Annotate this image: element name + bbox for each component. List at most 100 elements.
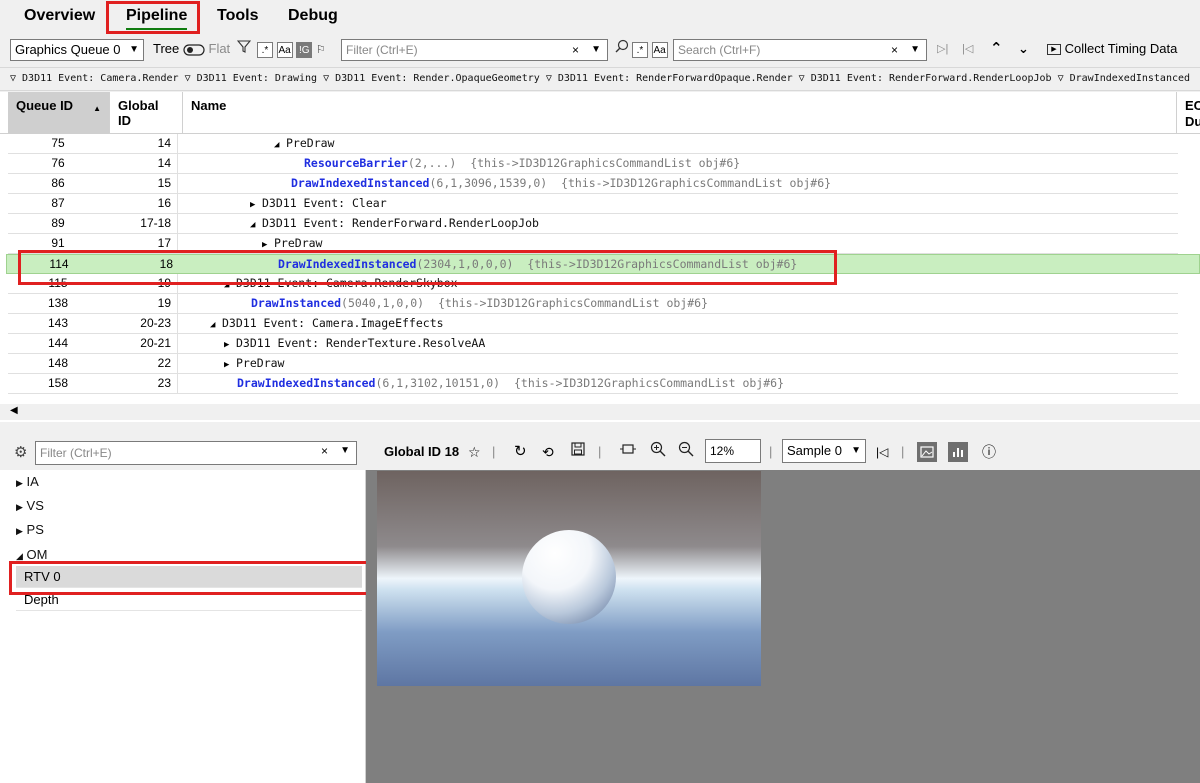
resource-viewer-panel: Global ID 18 ☆ | ↻ ⟲ | 12% | Sample 0 ▼ … — [366, 434, 1200, 783]
tree-item-ps[interactable]: ▶ PS — [16, 519, 44, 541]
tree-toggle[interactable]: Tree Flat — [153, 39, 230, 61]
column-queue-id[interactable]: Queue ID ▲ — [8, 92, 110, 134]
table-row[interactable]: 76 14 ResourceBarrier(2,...) {this->ID3D… — [8, 154, 1178, 174]
collapsed-icon[interactable]: ▶ — [224, 356, 236, 375]
save-icon[interactable] — [571, 441, 585, 463]
call-args: (6,1,3102,10151,0) — [375, 376, 501, 390]
tree-item-label: VS — [26, 498, 44, 513]
row-queue-id: 86 — [51, 176, 65, 190]
fit-to-window-icon[interactable] — [620, 441, 636, 463]
ignore-toggle[interactable]: !G — [296, 41, 313, 58]
tree-item-rtv0[interactable]: RTV 0 — [16, 566, 362, 588]
filter-input[interactable]: Filter (Ctrl+E) × ▼ — [341, 39, 608, 61]
table-row[interactable]: 89 17-18 ◢ D3D11 Event: RenderForward.Ren… — [8, 214, 1178, 234]
magnifier-shape — [615, 39, 629, 53]
flag-icon[interactable]: ⚐ — [316, 44, 326, 56]
regex-toggle[interactable]: .* — [257, 41, 273, 58]
table-row[interactable]: 91 17 ▶ PreDraw — [8, 234, 1178, 254]
expanded-icon[interactable]: ◢ — [224, 276, 236, 295]
column-global-id[interactable]: Global ID — [110, 92, 183, 134]
tab-overview[interactable]: Overview — [24, 6, 95, 28]
call-args: (6,1,3096,1539,0) — [429, 176, 548, 190]
chevron-down-icon: ▼ — [129, 44, 139, 55]
history-icon[interactable]: ⟲ — [542, 441, 554, 463]
tab-tools[interactable]: Tools — [217, 6, 258, 28]
breadcrumb[interactable]: ▽ D3D11 Event: Camera.Render ▽ D3D11 Eve… — [0, 67, 1200, 91]
tree-item-om[interactable]: ◢ OM — [16, 544, 48, 566]
tree-item-ia[interactable]: ▶ IA — [16, 471, 39, 493]
tree-item-vs[interactable]: ▶ VS — [16, 495, 44, 517]
tab-debug[interactable]: Debug — [288, 6, 338, 28]
row-queue-id: 143 — [47, 316, 69, 330]
tab-pipeline-label: Pipeline — [126, 7, 188, 24]
zoom-in-shape — [650, 441, 666, 457]
sample-select-value: Sample 0 — [787, 443, 842, 458]
zoom-out-icon[interactable] — [678, 441, 694, 463]
first-sample-icon[interactable]: |◁ — [876, 441, 888, 463]
render-target-preview[interactable] — [377, 471, 761, 686]
expanded-icon[interactable]: ◢ — [210, 316, 222, 335]
search-case-toggle[interactable]: Aa — [651, 41, 668, 58]
expanded-icon[interactable]: ◢ — [274, 136, 286, 155]
table-row[interactable]: 144 20-21 ▶ D3D11 Event: RenderTexture.Re… — [8, 334, 1178, 354]
queue-select[interactable]: Graphics Queue 0 ▼ — [10, 39, 144, 61]
event-table: Queue ID ▲ Global ID Name EC Du 75 14 ◢ P… — [0, 92, 1200, 422]
pipeline-filter-input[interactable]: Filter (Ctrl+E) × ▼ — [35, 441, 357, 465]
collect-timing-button[interactable]: ▶ Collect Timing Data — [1047, 39, 1177, 61]
chevron-down-icon: ▼ — [851, 445, 861, 456]
refresh-icon[interactable]: ↻ — [514, 441, 527, 463]
table-row-selected[interactable]: 114 18 DrawIndexedInstanced(2304,1,0,0,0… — [6, 254, 1200, 274]
clear-filter-icon[interactable]: × — [321, 444, 328, 458]
tree-item-depth[interactable]: Depth — [16, 589, 362, 611]
sample-select[interactable]: Sample 0 ▼ — [782, 439, 866, 463]
separator: | — [598, 444, 602, 459]
zoom-input[interactable]: 12% — [705, 439, 761, 463]
table-row[interactable]: 158 23 DrawIndexedInstanced(6,1,3102,101… — [8, 374, 1178, 394]
call-args: (2304,1,0,0,0) — [416, 257, 514, 271]
case-toggle[interactable]: Aa — [276, 41, 293, 58]
api-call: DrawIndexedInstanced — [278, 257, 417, 271]
chevron-up-icon[interactable]: ⌃ — [990, 39, 1003, 61]
clear-filter-icon[interactable]: × — [572, 40, 579, 60]
clear-search-icon[interactable]: × — [891, 40, 898, 60]
collapsed-icon[interactable]: ▶ — [262, 236, 274, 255]
table-row[interactable]: 143 20-23 ◢ D3D11 Event: Camera.ImageEffe… — [8, 314, 1178, 334]
expanded-icon[interactable]: ◢ — [250, 216, 262, 235]
chevron-down-icon[interactable]: ▼ — [591, 40, 601, 60]
search-input[interactable]: Search (Ctrl+F) × ▼ — [673, 39, 927, 61]
event-label: D3D11 Event: RenderTexture.ResolveAA — [236, 336, 486, 350]
collapsed-icon[interactable]: ▶ — [224, 336, 236, 355]
pin-icon[interactable]: ☆ — [468, 441, 481, 463]
row-name: DrawIndexedInstanced(6,1,3096,1539,0) {t… — [291, 174, 831, 193]
column-extra[interactable]: EC Du — [1177, 92, 1200, 134]
column-name[interactable]: Name — [183, 92, 1177, 134]
row-name: ▶ D3D11 Event: Clear — [250, 194, 387, 215]
row-global-id: 19 — [108, 294, 178, 313]
prev-result-icon[interactable]: |◁ — [962, 39, 973, 61]
main-tab-bar: Overview Pipeline Tools Debug — [0, 0, 1200, 34]
tab-pipeline[interactable]: Pipeline — [126, 6, 188, 30]
gear-icon[interactable]: ⚙ — [14, 443, 27, 461]
table-row[interactable]: 75 14 ◢ PreDraw — [8, 134, 1178, 154]
filter-funnel-icon[interactable] — [236, 39, 252, 61]
chevron-down-icon[interactable]: ▼ — [910, 40, 920, 60]
row-name: ▶ PreDraw — [224, 354, 284, 375]
table-row[interactable]: 86 15 DrawIndexedInstanced(6,1,3096,1539… — [8, 174, 1178, 194]
chevron-down-icon[interactable]: ⌄ — [1018, 39, 1029, 61]
horizontal-scrollbar[interactable]: ◀ — [0, 404, 1200, 420]
image-view-icon[interactable] — [917, 442, 937, 462]
table-row[interactable]: 115 19 ◢ D3D11 Event: Camera.RenderSkybox — [8, 274, 1178, 294]
info-icon[interactable]: ⓘ — [982, 441, 996, 463]
collapsed-icon[interactable]: ▶ — [250, 196, 262, 215]
histogram-icon[interactable] — [948, 442, 968, 462]
chevron-down-icon[interactable]: ▼ — [340, 445, 350, 456]
table-row[interactable]: 148 22 ▶ PreDraw — [8, 354, 1178, 374]
viewer-title: Global ID 18 — [384, 444, 460, 459]
table-row[interactable]: 87 16 ▶ D3D11 Event: Clear — [8, 194, 1178, 214]
search-regex-toggle[interactable]: .* — [632, 41, 648, 58]
table-row[interactable]: 138 19 DrawInstanced(5040,1,0,0) {this->… — [8, 294, 1178, 314]
zoom-in-icon[interactable] — [650, 441, 666, 463]
scroll-left-icon[interactable]: ◀ — [10, 405, 18, 416]
next-result-icon[interactable]: ▷| — [937, 39, 948, 61]
sphere-object — [522, 530, 616, 624]
